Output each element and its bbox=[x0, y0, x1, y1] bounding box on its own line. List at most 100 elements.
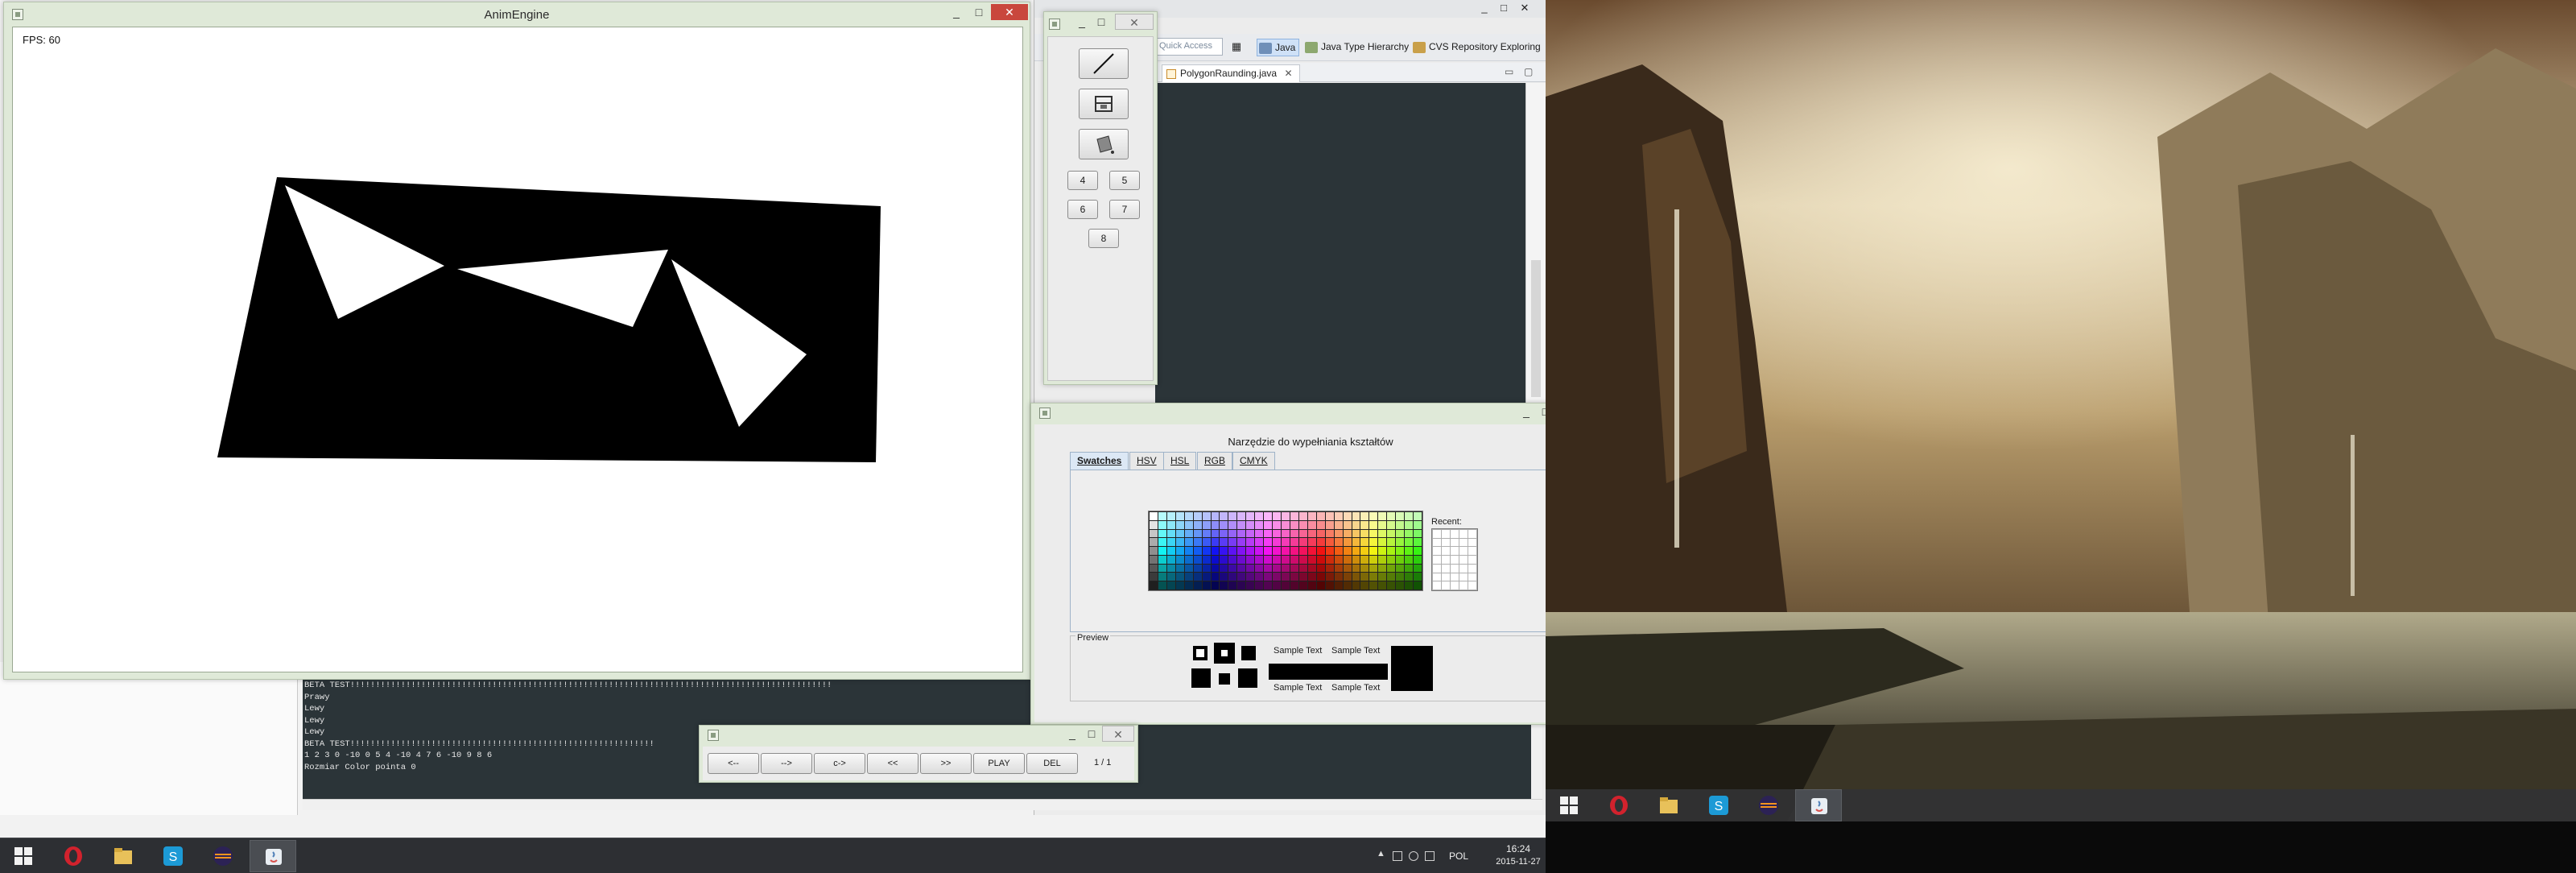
color-swatch[interactable] bbox=[1166, 520, 1175, 529]
color-swatch[interactable] bbox=[1352, 520, 1360, 529]
color-swatch[interactable] bbox=[1378, 573, 1387, 581]
color-swatch[interactable] bbox=[1220, 564, 1228, 573]
color-swatch[interactable] bbox=[1282, 555, 1290, 564]
recent-swatch[interactable] bbox=[1468, 581, 1477, 590]
quick-access-input[interactable]: Quick Access bbox=[1154, 38, 1223, 56]
color-swatch[interactable] bbox=[1343, 512, 1352, 520]
color-swatch[interactable] bbox=[1255, 564, 1264, 573]
color-swatch[interactable] bbox=[1184, 512, 1193, 520]
color-swatch[interactable] bbox=[1264, 555, 1273, 564]
color-swatch[interactable] bbox=[1360, 512, 1369, 520]
tray-arrow-icon[interactable]: ▲ bbox=[1377, 849, 1385, 859]
color-swatch[interactable] bbox=[1184, 529, 1193, 538]
color-swatch[interactable] bbox=[1325, 564, 1334, 573]
taskbar-skype[interactable]: S bbox=[150, 840, 196, 872]
color-swatch[interactable] bbox=[1273, 573, 1282, 581]
color-swatch[interactable] bbox=[1334, 573, 1343, 581]
color-swatch[interactable] bbox=[1282, 547, 1290, 555]
color-swatch[interactable] bbox=[1352, 547, 1360, 555]
recent-swatch[interactable] bbox=[1441, 555, 1451, 565]
color-swatch[interactable] bbox=[1255, 529, 1264, 538]
color-swatch[interactable] bbox=[1193, 520, 1202, 529]
color-swatch[interactable] bbox=[1307, 529, 1316, 538]
recent-swatch[interactable] bbox=[1459, 537, 1468, 548]
recent-swatch[interactable] bbox=[1468, 546, 1477, 556]
color-swatch[interactable] bbox=[1237, 564, 1246, 573]
color-swatch[interactable] bbox=[1334, 555, 1343, 564]
color-swatch[interactable] bbox=[1387, 547, 1396, 555]
color-swatch[interactable] bbox=[1334, 538, 1343, 547]
color-swatch[interactable] bbox=[1273, 512, 1282, 520]
color-swatch[interactable] bbox=[1228, 564, 1237, 573]
color-swatch[interactable] bbox=[1220, 538, 1228, 547]
color-swatch[interactable] bbox=[1246, 573, 1255, 581]
color-swatch[interactable] bbox=[1369, 581, 1378, 590]
color-swatch[interactable] bbox=[1387, 573, 1396, 581]
tab-rgb[interactable]: RGB bbox=[1197, 452, 1233, 470]
open-perspective-icon[interactable]: ▦ bbox=[1228, 40, 1245, 53]
color-swatch[interactable] bbox=[1264, 573, 1273, 581]
color-swatch[interactable] bbox=[1193, 529, 1202, 538]
color-swatch[interactable] bbox=[1255, 581, 1264, 590]
swatch-grid[interactable] bbox=[1148, 511, 1423, 591]
recent-swatch[interactable] bbox=[1459, 581, 1468, 590]
color-swatch[interactable] bbox=[1282, 520, 1290, 529]
color-swatch[interactable] bbox=[1175, 564, 1184, 573]
color-swatch[interactable] bbox=[1290, 573, 1298, 581]
color-swatch[interactable] bbox=[1184, 564, 1193, 573]
tools-titlebar[interactable]: _ □ ✕ bbox=[1044, 12, 1157, 36]
color-swatch[interactable] bbox=[1396, 538, 1405, 547]
recent-swatch[interactable] bbox=[1441, 572, 1451, 582]
color-swatch[interactable] bbox=[1405, 538, 1414, 547]
color-swatch[interactable] bbox=[1290, 564, 1298, 573]
color-swatch[interactable] bbox=[1264, 564, 1273, 573]
color-swatch[interactable] bbox=[1150, 581, 1158, 590]
color-swatch[interactable] bbox=[1273, 564, 1282, 573]
color-swatch[interactable] bbox=[1193, 547, 1202, 555]
drawing-canvas[interactable]: FPS: 60 bbox=[12, 27, 1023, 672]
recent-swatch[interactable] bbox=[1450, 529, 1459, 539]
taskbar-explorer[interactable] bbox=[1645, 789, 1692, 821]
recent-swatch[interactable] bbox=[1450, 572, 1459, 582]
color-swatch[interactable] bbox=[1237, 529, 1246, 538]
color-swatch[interactable] bbox=[1387, 555, 1396, 564]
color-swatch[interactable] bbox=[1352, 538, 1360, 547]
color-swatch[interactable] bbox=[1343, 547, 1352, 555]
tab-hsl[interactable]: HSL bbox=[1163, 452, 1197, 470]
start-button[interactable] bbox=[0, 840, 47, 872]
color-swatch[interactable] bbox=[1273, 555, 1282, 564]
color-swatch[interactable] bbox=[1414, 529, 1422, 538]
recent-swatch[interactable] bbox=[1432, 537, 1442, 548]
color-swatch[interactable] bbox=[1228, 581, 1237, 590]
color-swatch[interactable] bbox=[1369, 547, 1378, 555]
color-swatch[interactable] bbox=[1264, 581, 1273, 590]
color-swatch[interactable] bbox=[1202, 538, 1211, 547]
color-swatch[interactable] bbox=[1290, 581, 1298, 590]
recent-swatch[interactable] bbox=[1441, 546, 1451, 556]
color-swatch[interactable] bbox=[1264, 529, 1273, 538]
color-swatch[interactable] bbox=[1220, 529, 1228, 538]
color-swatch[interactable] bbox=[1307, 573, 1316, 581]
color-swatch[interactable] bbox=[1175, 555, 1184, 564]
color-swatch[interactable] bbox=[1193, 538, 1202, 547]
color-swatch[interactable] bbox=[1360, 555, 1369, 564]
color-swatch[interactable] bbox=[1228, 529, 1237, 538]
recent-swatch[interactable] bbox=[1432, 563, 1442, 573]
color-swatch[interactable] bbox=[1228, 547, 1237, 555]
color-swatch[interactable] bbox=[1316, 564, 1325, 573]
color-swatch[interactable] bbox=[1246, 512, 1255, 520]
color-swatch[interactable] bbox=[1414, 512, 1422, 520]
player-titlebar[interactable]: _ □ ✕ bbox=[700, 726, 1137, 747]
color-swatch[interactable] bbox=[1334, 581, 1343, 590]
color-swatch[interactable] bbox=[1150, 512, 1158, 520]
last-frame-button[interactable]: >> bbox=[920, 753, 972, 774]
color-swatch[interactable] bbox=[1202, 512, 1211, 520]
recent-swatch[interactable] bbox=[1432, 581, 1442, 590]
color-swatch[interactable] bbox=[1360, 529, 1369, 538]
color-swatch[interactable] bbox=[1378, 581, 1387, 590]
color-swatch[interactable] bbox=[1202, 520, 1211, 529]
color-swatch[interactable] bbox=[1273, 547, 1282, 555]
color-swatch[interactable] bbox=[1202, 581, 1211, 590]
recent-swatch-grid[interactable] bbox=[1431, 528, 1478, 591]
color-swatch[interactable] bbox=[1202, 573, 1211, 581]
